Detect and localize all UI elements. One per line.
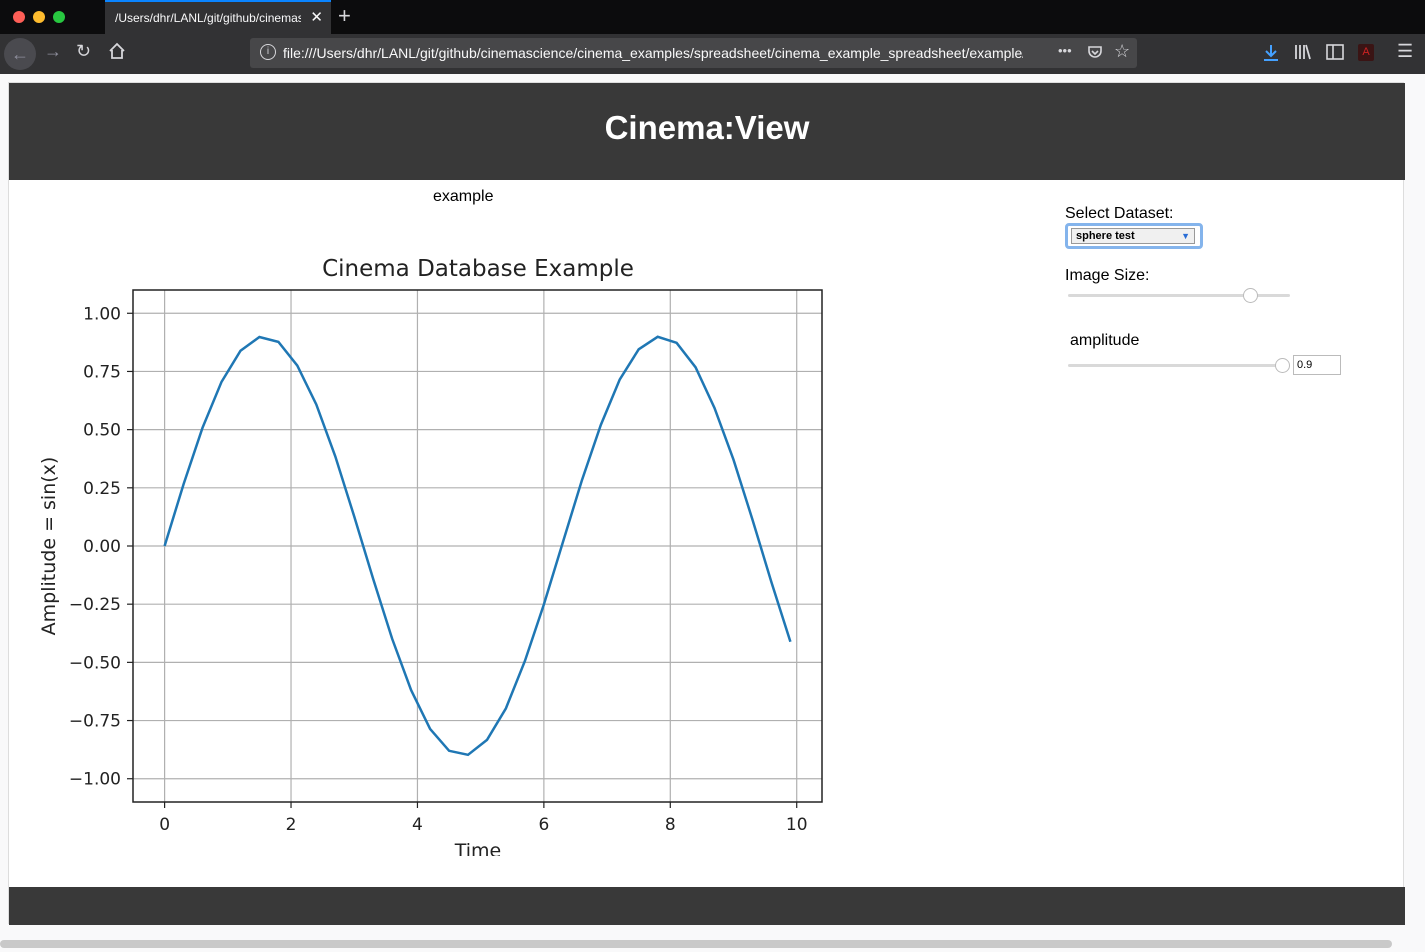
browser-tab[interactable]: /Users/dhr/LANL/git/github/cinemascience… [105,0,331,34]
app-header: Cinema:View [9,83,1405,180]
url-text[interactable]: file:///Users/dhr/LANL/git/github/cinema… [283,45,1023,61]
dataset-select[interactable]: sphere test ▼ [1065,223,1203,249]
image-size-label: Image Size: [1065,267,1150,284]
y-tick-label: 0.75 [83,362,121,382]
image-label: example [433,188,494,205]
x-axis-label: Time [454,840,502,856]
close-window-icon[interactable] [13,11,25,23]
pocket-icon[interactable] [1087,44,1103,65]
new-tab-button[interactable]: + [338,3,351,29]
select-dataset-label: Select Dataset: [1065,205,1174,222]
x-tick-label: 8 [665,815,676,835]
amplitude-value-input[interactable]: 0.9 [1293,355,1341,375]
y-tick-label: 0.00 [83,537,121,557]
window-titlebar: /Users/dhr/LANL/git/github/cinemascience… [0,0,1425,34]
chevron-down-icon: ▼ [1181,231,1190,241]
x-tick-label: 0 [159,815,170,835]
amplitude-slider[interactable] [1068,364,1282,367]
y-tick-label: −0.75 [69,712,121,732]
info-icon[interactable]: i [260,44,276,60]
home-icon[interactable] [108,42,126,65]
pdf-icon[interactable]: A [1358,44,1374,61]
x-tick-label: 6 [538,815,549,835]
x-tick-label: 10 [786,815,808,835]
image-size-slider-thumb[interactable] [1243,288,1259,303]
y-tick-label: −1.00 [69,770,121,790]
amplitude-slider-thumb[interactable] [1275,358,1290,373]
page-content: Cinema:View example Cinema Database Exam… [8,82,1405,925]
back-icon[interactable]: ← [4,38,36,70]
chart-title: Cinema Database Example [322,256,634,282]
horizontal-scrollbar[interactable] [0,940,1392,948]
y-tick-label: 0.50 [83,421,121,441]
sidebar-icon[interactable] [1326,44,1344,65]
chart: Cinema Database Example 0 2 4 6 8 10 1.00 0.75 0… [38,256,823,856]
bookmark-star-icon[interactable]: ☆ [1114,41,1130,62]
url-bar[interactable]: i file:///Users/dhr/LANL/git/github/cine… [250,38,1137,68]
y-tick-label: 1.00 [83,304,121,324]
y-tick-label: −0.25 [69,595,121,615]
amplitude-label: amplitude [1070,332,1140,349]
reload-icon[interactable]: ↻ [76,41,91,62]
tab-title: /Users/dhr/LANL/git/github/cinemascience… [115,11,301,25]
zoom-window-icon[interactable] [53,11,65,23]
page-actions-icon[interactable]: ••• [1058,43,1072,58]
download-icon[interactable] [1262,43,1280,68]
dataset-select-value: sphere test [1076,230,1135,242]
library-icon[interactable] [1294,43,1312,66]
navigation-toolbar: ← → ↻ i file:///Users/dhr/LANL/git/githu… [0,34,1425,74]
app-title: Cinema:View [604,109,810,146]
menu-icon[interactable]: ☰ [1397,41,1413,62]
forward-icon[interactable]: → [44,41,62,62]
y-tick-label: 0.25 [83,479,121,499]
y-axis-label: Amplitude = sin(x) [38,457,60,636]
tab-close-icon[interactable]: ✕ [310,8,323,26]
x-tick-label: 2 [286,815,297,835]
y-tick-label: −0.50 [69,653,121,673]
app-footer [9,887,1405,925]
x-tick-label: 4 [412,815,423,835]
minimize-window-icon[interactable] [33,11,45,23]
